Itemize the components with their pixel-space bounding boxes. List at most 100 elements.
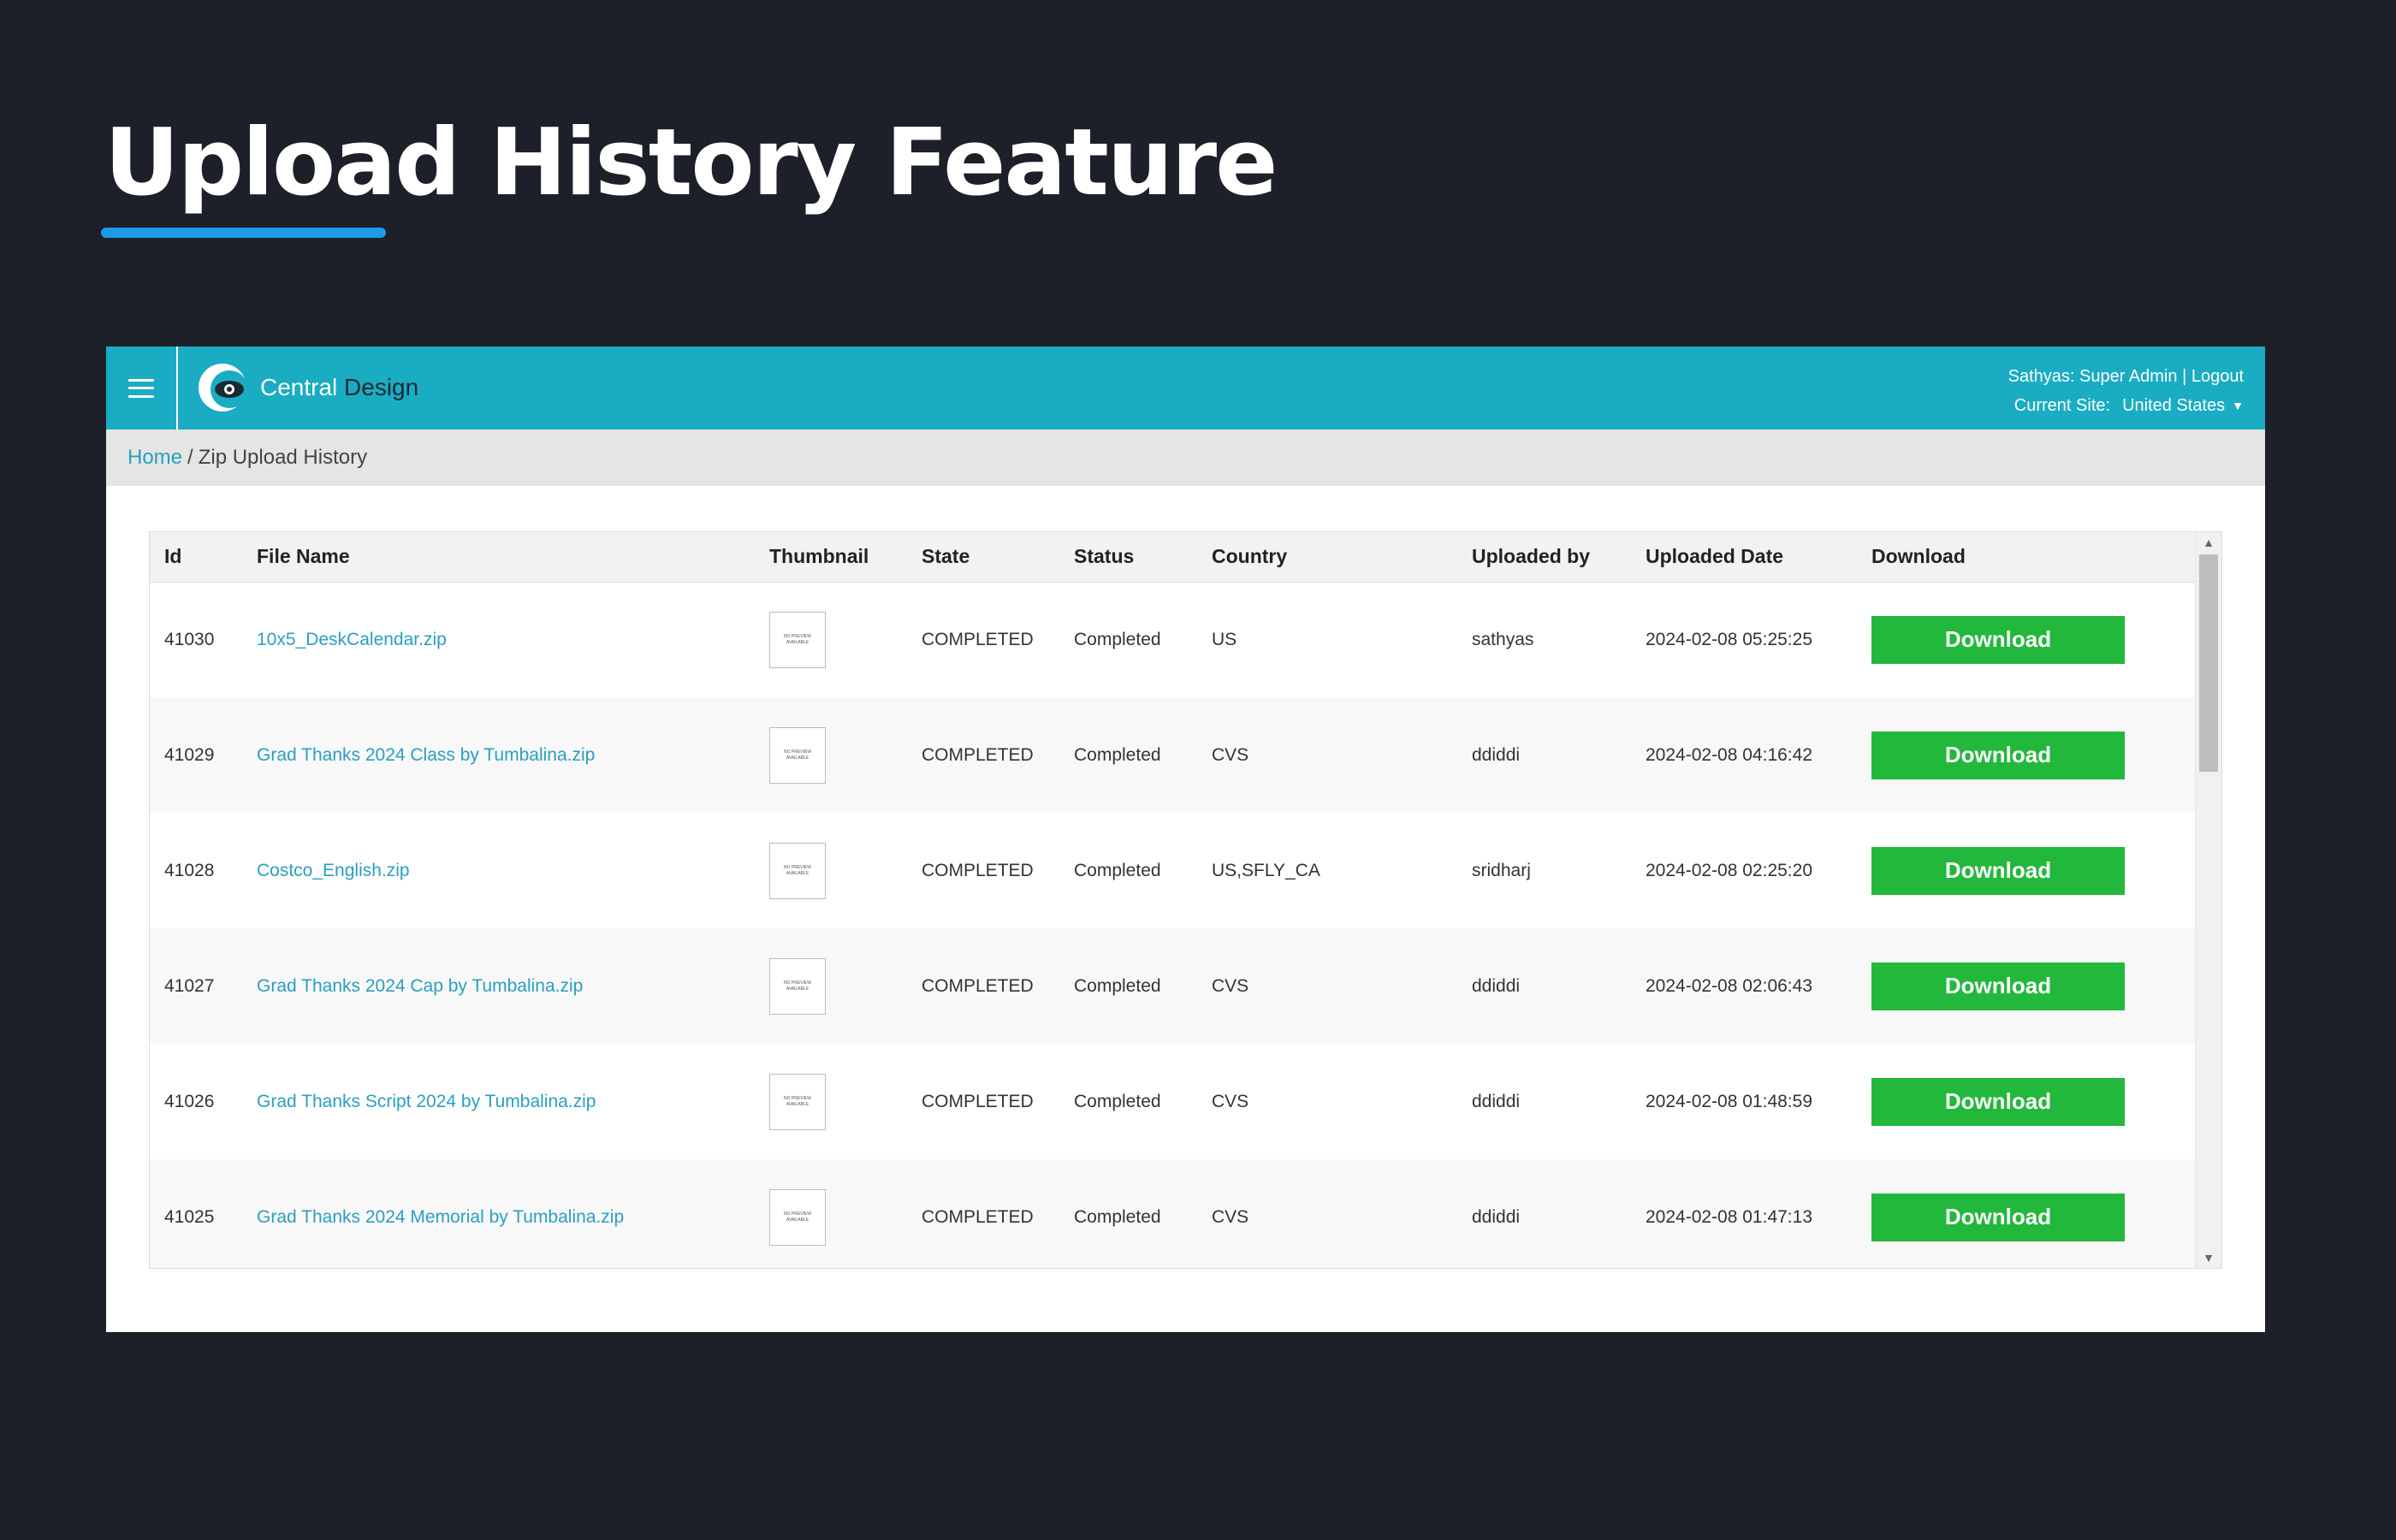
column-header-state[interactable]: State [907, 532, 1059, 583]
cell-state: COMPLETED [922, 860, 1034, 880]
cell-uploaded-date: 2024-02-08 05:25:25 [1646, 629, 1812, 649]
breadcrumb-home-link[interactable]: Home [128, 446, 182, 470]
site-select[interactable]: United States ▼ [2122, 391, 2244, 420]
column-header-id[interactable]: Id [150, 532, 242, 583]
logout-link[interactable]: Logout [2191, 367, 2244, 386]
cell-status: Completed [1074, 975, 1161, 996]
cell-state: COMPLETED [922, 629, 1034, 649]
column-header-status[interactable]: Status [1059, 532, 1197, 583]
file-name-link[interactable]: Costco_English.zip [257, 861, 410, 880]
app-header: Central Design Sathyas: Super Admin | Lo… [106, 346, 2265, 429]
thumbnail-text-line2: AVAILABLE [786, 639, 810, 645]
scrollbar-thumb[interactable] [2199, 554, 2218, 772]
cell-status: Completed [1074, 1091, 1161, 1111]
cell-uploaded-date: 2024-02-08 02:06:43 [1646, 975, 1812, 996]
cell-uploaded-by: ddiddi [1472, 744, 1521, 765]
thumbnail-text-line1: NO PREVIEW [784, 1095, 811, 1101]
site-label: Current Site: [2013, 396, 2111, 415]
cell-state: COMPLETED [922, 1091, 1034, 1111]
breadcrumb-separator: / [187, 446, 193, 469]
column-header-file-name[interactable]: File Name [242, 532, 755, 583]
cell-uploaded-date: 2024-02-08 04:16:42 [1646, 744, 1812, 765]
site-row: Current Site: United States ▼ [2008, 391, 2244, 420]
column-header-country[interactable]: Country [1197, 532, 1457, 583]
user-label: Sathyas: Super Admin [2008, 367, 2178, 386]
cell-id: 41025 [164, 1206, 215, 1227]
breadcrumb-current: Zip Upload History [198, 446, 368, 469]
thumbnail-placeholder[interactable]: NO PREVIEW AVAILABLE [769, 726, 826, 784]
vertical-scrollbar[interactable]: ▲ ▼ [2195, 532, 2221, 1268]
cell-country: US,SFLY_CA [1212, 860, 1320, 880]
app-window: Central Design Sathyas: Super Admin | Lo… [106, 346, 2265, 1332]
scroll-up-arrow-icon[interactable]: ▲ [2196, 532, 2221, 553]
download-button[interactable]: Download [1871, 1077, 2125, 1126]
cell-country: US [1212, 629, 1237, 649]
thumbnail-placeholder[interactable]: NO PREVIEW AVAILABLE [769, 842, 826, 899]
thumbnail-text-line1: NO PREVIEW [784, 633, 811, 639]
thumbnail-text-line2: AVAILABLE [786, 986, 810, 992]
slide-title: Upload History Feature [104, 110, 1278, 216]
user-row: Sathyas: Super Admin | Logout [2008, 362, 2244, 391]
column-header-uploaded-date[interactable]: Uploaded Date [1631, 532, 1857, 583]
caret-down-icon: ▼ [2232, 399, 2244, 412]
user-panel: Sathyas: Super Admin | Logout Current Si… [2008, 362, 2244, 420]
file-name-link[interactable]: Grad Thanks Script 2024 by Tumbalina.zip [257, 1092, 596, 1111]
upload-history-table-container[interactable]: Id File Name Thumbnail State Status Coun… [149, 531, 2222, 1269]
cell-uploaded-by: sridharj [1472, 860, 1531, 880]
cell-state: COMPLETED [922, 744, 1034, 765]
cell-uploaded-by: ddiddi [1472, 1091, 1521, 1111]
cell-id: 41027 [164, 975, 215, 996]
cell-country: CVS [1212, 1206, 1249, 1227]
download-button[interactable]: Download [1871, 731, 2125, 779]
brand-word-design: Design [344, 374, 419, 400]
download-button[interactable]: Download [1871, 615, 2125, 664]
download-button[interactable]: Download [1871, 846, 2125, 895]
column-header-thumbnail[interactable]: Thumbnail [755, 532, 907, 583]
cell-uploaded-by: sathyas [1472, 629, 1534, 649]
cell-state: COMPLETED [922, 975, 1034, 996]
thumbnail-placeholder[interactable]: NO PREVIEW AVAILABLE [769, 957, 826, 1015]
file-name-link[interactable]: Grad Thanks 2024 Memorial by Tumbalina.z… [257, 1207, 624, 1227]
cell-id: 41026 [164, 1091, 215, 1111]
menu-button[interactable] [106, 346, 176, 429]
upload-history-table: Id File Name Thumbnail State Status Coun… [150, 532, 2195, 1268]
cell-uploaded-by: ddiddi [1472, 1206, 1521, 1227]
file-name-link[interactable]: 10x5_DeskCalendar.zip [257, 630, 447, 649]
file-name-link[interactable]: Grad Thanks 2024 Cap by Tumbalina.zip [257, 976, 583, 996]
cell-status: Completed [1074, 744, 1161, 765]
table-header-row: Id File Name Thumbnail State Status Coun… [150, 532, 2195, 583]
thumbnail-text-line2: AVAILABLE [786, 870, 810, 876]
thumbnail-placeholder[interactable]: NO PREVIEW AVAILABLE [769, 1073, 826, 1130]
thumbnail-text-line1: NO PREVIEW [784, 1211, 811, 1217]
scroll-down-arrow-icon[interactable]: ▼ [2196, 1247, 2221, 1268]
cell-uploaded-date: 2024-02-08 01:47:13 [1646, 1206, 1812, 1227]
table-row: 41029 Grad Thanks 2024 Class by Tumbalin… [150, 697, 2195, 813]
column-header-download[interactable]: Download [1857, 532, 2195, 583]
title-underline [101, 228, 386, 238]
eye-logo-icon [199, 364, 248, 412]
cell-country: CVS [1212, 975, 1249, 996]
breadcrumb: Home / Zip Upload History [106, 429, 2265, 486]
thumbnail-text-line2: AVAILABLE [786, 755, 810, 761]
cell-country: CVS [1212, 744, 1249, 765]
download-button[interactable]: Download [1871, 1193, 2125, 1241]
brand-word-central: Central [260, 374, 338, 400]
thumbnail-placeholder[interactable]: NO PREVIEW AVAILABLE [769, 611, 826, 668]
thumbnail-text-line1: NO PREVIEW [784, 749, 811, 755]
table-row: 41030 10x5_DeskCalendar.zip NO PREVIEW AV… [150, 582, 2195, 697]
thumbnail-text-line2: AVAILABLE [786, 1217, 810, 1223]
thumbnail-placeholder[interactable]: NO PREVIEW AVAILABLE [769, 1188, 826, 1246]
file-name-link[interactable]: Grad Thanks 2024 Class by Tumbalina.zip [257, 745, 595, 765]
cell-id: 41028 [164, 860, 215, 880]
download-button[interactable]: Download [1871, 962, 2125, 1010]
user-separator: | [2182, 367, 2187, 386]
cell-uploaded-by: ddiddi [1472, 975, 1521, 996]
cell-uploaded-date: 2024-02-08 01:48:59 [1646, 1091, 1812, 1111]
brand-logo[interactable]: Central Design [197, 362, 418, 413]
table-row: 41028 Costco_English.zip NO PREVIEW AVAIL… [150, 813, 2195, 928]
cell-id: 41029 [164, 744, 215, 765]
cell-id: 41030 [164, 629, 215, 649]
column-header-uploaded-by[interactable]: Uploaded by [1457, 532, 1631, 583]
site-value: United States [2122, 396, 2226, 415]
cell-status: Completed [1074, 860, 1161, 880]
